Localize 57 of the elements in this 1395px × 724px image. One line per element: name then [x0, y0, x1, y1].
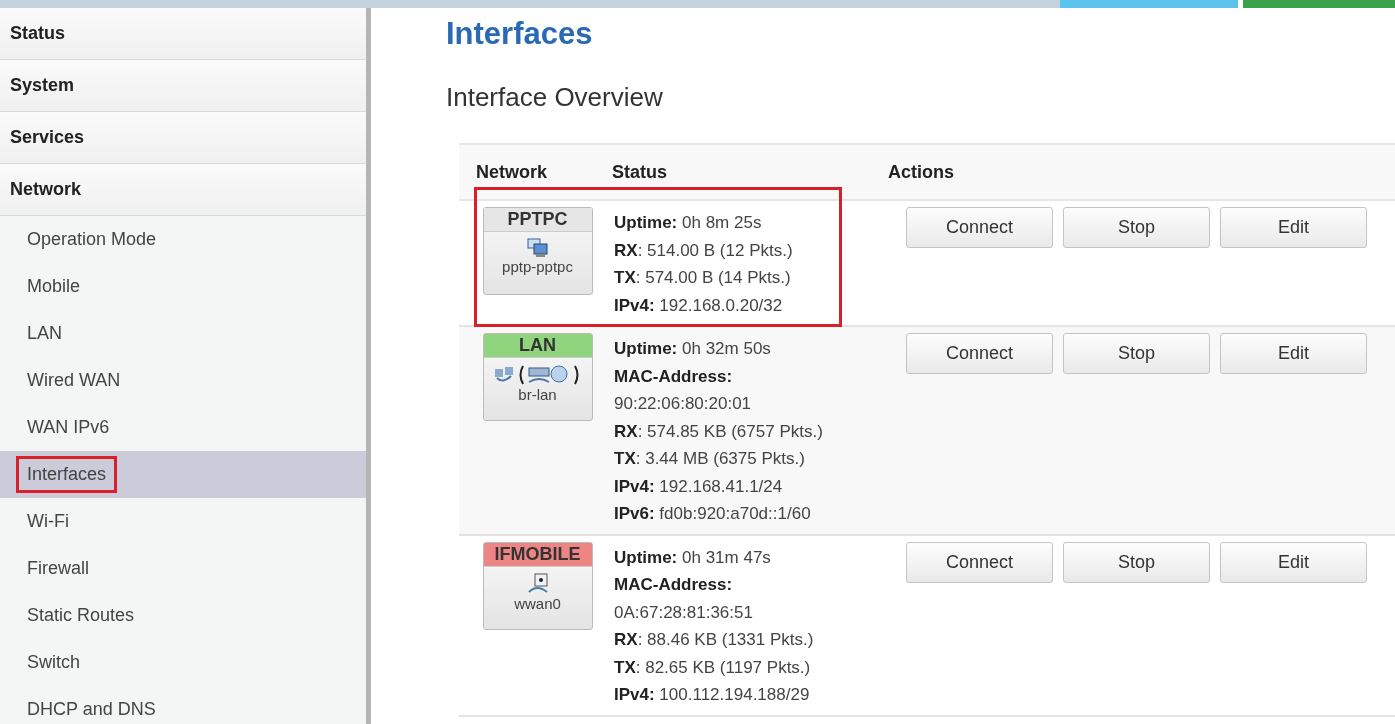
status-line: Uptime: 0h 32m 50s — [614, 338, 772, 360]
interface-badge[interactable]: IFMOBILE wwan0 — [482, 541, 593, 630]
status-line: MAC-Address: — [614, 365, 734, 388]
sidebar-section[interactable]: Network — [0, 164, 366, 216]
section-title: Interface Overview — [446, 82, 664, 113]
action-button[interactable]: Connect — [906, 333, 1053, 374]
action-button[interactable]: Connect — [906, 207, 1053, 248]
computers-icon — [526, 238, 549, 258]
status-line: IPv4: 192.168.41.1/24 — [614, 475, 784, 498]
sidebar-item[interactable]: DHCP and DNS — [0, 686, 366, 724]
sidebar-item[interactable]: Mobile — [0, 263, 366, 310]
status-line: Uptime: 0h 8m 25s — [614, 212, 763, 234]
sidebar-item[interactable]: Interfaces — [0, 451, 366, 498]
interface-name: IFMOBILE — [483, 542, 592, 567]
interface-name: LAN — [483, 334, 592, 358]
sidebar-section[interactable]: Services — [0, 112, 366, 164]
action-button[interactable]: Edit — [1220, 207, 1367, 248]
status-line: MAC-Address: — [614, 574, 734, 596]
action-button[interactable]: Edit — [1220, 541, 1367, 583]
status-line: 90:22:06:80:20:01 — [614, 393, 753, 415]
device-icon — [526, 572, 549, 595]
status-line: RX: 514.00 B (12 Pkts.) — [614, 239, 793, 262]
action-button[interactable]: Stop — [1063, 541, 1210, 583]
action-button[interactable]: Stop — [1063, 333, 1210, 374]
sidebar-item[interactable]: LAN — [0, 310, 366, 357]
device-name: br-lan — [518, 386, 557, 403]
status-line: TX: 574.00 B (14 Pkts.) — [614, 267, 792, 289]
sidebar-item[interactable]: Switch — [0, 639, 366, 686]
sidebar-item[interactable]: Firewall — [0, 545, 366, 592]
status-line: RX: 574.85 KB (6757 Pkts.) — [614, 420, 823, 443]
sidebar-section[interactable]: System — [0, 60, 366, 112]
status-line: IPv6: fd0b:920:a70d::1/60 — [614, 503, 812, 525]
action-button[interactable]: Connect — [906, 541, 1053, 583]
page-title: Interfaces — [446, 16, 594, 52]
device-name: wwan0 — [514, 594, 561, 612]
status-line: IPv4: 100.112.194.188/29 — [614, 684, 811, 706]
interface-badge[interactable]: PPTPC pptp-pptpc — [482, 207, 593, 295]
sidebar-section[interactable]: Status — [0, 8, 366, 60]
interface-badge[interactable]: LAN br-lan — [482, 333, 593, 421]
column-header: Status — [612, 161, 668, 183]
column-header: Actions — [888, 161, 954, 183]
status-line: RX: 88.46 KB (1331 Pkts.) — [614, 629, 814, 651]
sidebar-item[interactable]: Wired WAN — [0, 357, 366, 404]
interface-name: PPTPC — [483, 208, 592, 232]
sidebar-item[interactable]: Operation Mode — [0, 216, 366, 263]
column-header: Network — [475, 161, 548, 183]
status-line: TX: 82.65 KB (1197 Pkts.) — [614, 656, 812, 679]
status-line: 0A:67:28:81:36:51 — [614, 601, 754, 624]
sidebar-item[interactable]: WAN IPv6 — [0, 404, 366, 451]
status-line: Uptime: 0h 31m 47s — [614, 546, 772, 569]
action-button[interactable]: Stop — [1063, 207, 1210, 248]
action-button[interactable]: Edit — [1220, 333, 1367, 374]
status-line: IPv4: 192.168.0.20/32 — [614, 294, 784, 317]
device-name: pptp-pptpc — [502, 258, 573, 275]
sidebar-item[interactable]: Wi-Fi — [0, 498, 366, 545]
sidebar-item[interactable]: Static Routes — [0, 592, 366, 639]
status-line: TX: 3.44 MB (6375 Pkts.) — [614, 448, 806, 470]
